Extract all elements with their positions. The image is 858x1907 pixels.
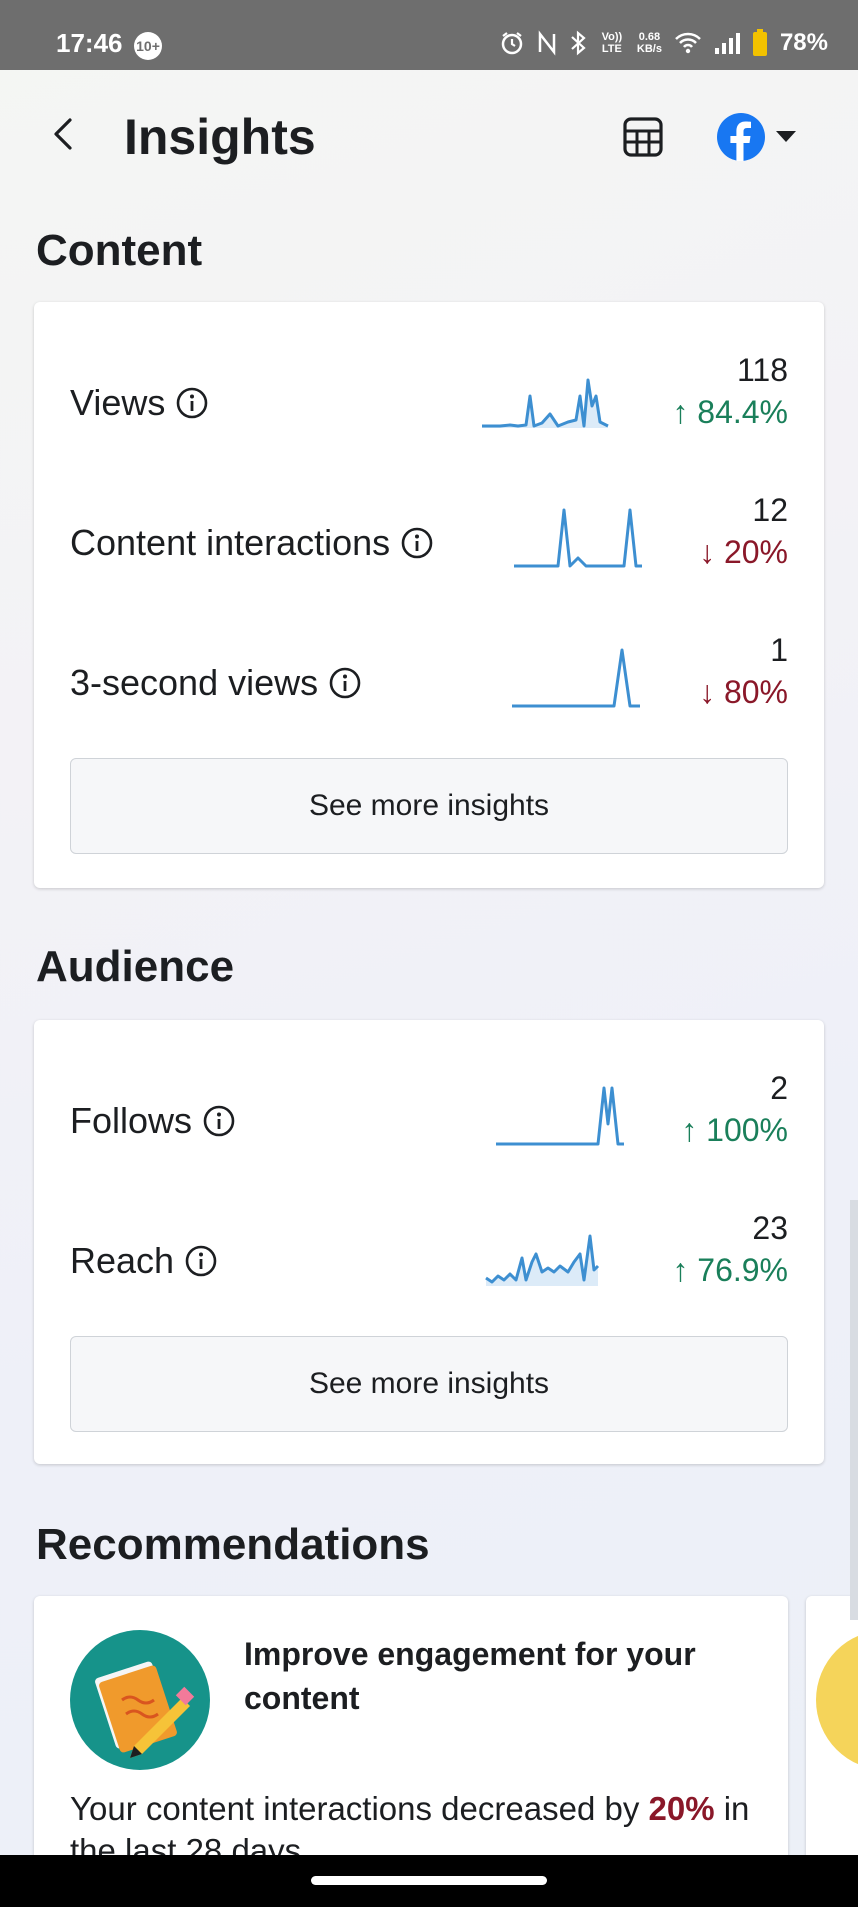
metric-3-second-views[interactable]: 3-second views 1 ↓ 80% [34, 632, 824, 752]
audience-card: Follows 2 ↑ 100% Reach 23 ↑ 76.9% See mo… [34, 1020, 824, 1464]
scrollbar[interactable] [850, 1200, 858, 1620]
data-speed-unit: KB/s [636, 43, 662, 55]
info-icon[interactable] [400, 526, 434, 560]
metric-label: Reach [70, 1240, 175, 1281]
alarm-icon [501, 32, 523, 55]
3-second-views-sparkline [512, 648, 640, 708]
metric-value: 12 [752, 492, 788, 528]
bluetooth-icon [571, 30, 586, 56]
metric-label: Follows [70, 1100, 193, 1141]
metric-label: Views [70, 382, 166, 423]
notebook-pencil-illustration-icon [70, 1630, 210, 1770]
content-section-title: Content [36, 226, 203, 275]
recommendation-title: Improve engagement for your content [244, 1636, 696, 1716]
recommendations-section-title: Recommendations [36, 1520, 430, 1569]
metric-value: 1 [770, 632, 788, 668]
recommendation-card-next[interactable] [806, 1596, 858, 1896]
back-arrow-icon[interactable] [44, 114, 84, 154]
see-more-insights-button[interactable]: See more insights [70, 758, 788, 854]
battery-percent: 78% [779, 29, 828, 56]
see-more-insights-button[interactable]: See more insights [70, 1336, 788, 1432]
metric-change-up: ↑ 76.9% [672, 1252, 788, 1288]
metric-label-wrap: Views [70, 382, 209, 424]
metric-reach[interactable]: Reach 23 ↑ 76.9% [34, 1210, 824, 1330]
status-icons: Vo)) LTE 0.68 KB/s 78% [499, 26, 828, 60]
reach-sparkline [485, 1234, 600, 1286]
metric-label: 3-second views [70, 662, 319, 703]
recommendation-body-prefix: Your content interactions decreased by [70, 1790, 649, 1827]
recommendation-body-emphasis: 20% [648, 1790, 715, 1827]
audience-section-title: Audience [36, 942, 235, 991]
content-card: Views 118 ↑ 84.4% Content interactions 1… [34, 302, 824, 888]
facebook-icon[interactable] [716, 112, 766, 162]
status-time: 17:46 [56, 28, 123, 58]
metric-views[interactable]: Views 118 ↑ 84.4% [34, 352, 824, 472]
metric-value: 118 [736, 352, 788, 388]
next-card-illustration-icon [816, 1635, 858, 1765]
account-dropdown-caret-icon[interactable] [776, 131, 796, 142]
recommendation-card[interactable]: Improve engagement for your content Your… [34, 1596, 788, 1896]
battery-icon [752, 29, 767, 56]
page-title: Insights [124, 109, 316, 165]
data-speed: 0.68 KB/s [637, 31, 662, 55]
metric-change-down: ↓ 20% [699, 534, 788, 570]
app-header: Insights [0, 70, 858, 200]
table-grid-icon[interactable] [620, 114, 666, 160]
views-sparkline [482, 378, 609, 428]
signal-icon [714, 33, 740, 54]
info-icon[interactable] [202, 1104, 236, 1138]
info-icon[interactable] [328, 666, 362, 700]
content-interactions-sparkline [514, 508, 642, 568]
metric-value: 2 [770, 1070, 788, 1106]
status-bar: 17:46 10+ Vo)) LTE 0.68 KB/s 78% [0, 0, 858, 70]
metric-value: 23 [752, 1210, 788, 1246]
info-icon[interactable] [175, 386, 209, 420]
metric-label-wrap: 3-second views [70, 662, 362, 704]
metric-change-up: ↑ 100% [681, 1112, 788, 1148]
nfc-icon [538, 30, 556, 56]
network-type-label: Vo)) LTE [601, 31, 623, 55]
follows-sparkline [496, 1086, 624, 1146]
info-icon[interactable] [184, 1244, 218, 1278]
metric-label-wrap: Reach [70, 1240, 218, 1282]
metric-content-interactions[interactable]: Content interactions 12 ↓ 20% [34, 492, 824, 612]
home-gesture-pill[interactable] [311, 1876, 547, 1885]
metric-label-wrap: Follows [70, 1100, 236, 1142]
metric-follows[interactable]: Follows 2 ↑ 100% [34, 1070, 824, 1190]
notification-badge: 10+ [134, 32, 162, 60]
metric-label-wrap: Content interactions [70, 522, 434, 564]
metric-change-up: ↑ 84.4% [672, 394, 788, 430]
data-speed-value: 0.68 [638, 31, 661, 43]
wifi-icon [675, 32, 701, 54]
metric-change-down: ↓ 80% [699, 674, 788, 710]
metric-label: Content interactions [70, 522, 391, 563]
